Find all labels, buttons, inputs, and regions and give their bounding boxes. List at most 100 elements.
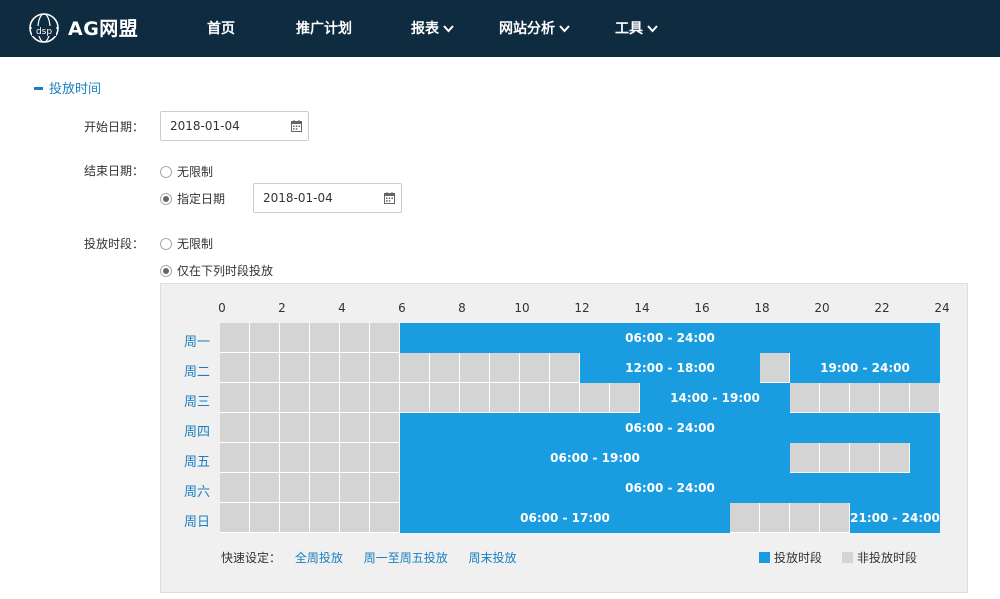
hour-cell[interactable]	[250, 323, 280, 353]
radio-button-selected[interactable]	[160, 264, 172, 277]
hour-cell[interactable]	[820, 503, 850, 533]
hour-cell[interactable]	[400, 383, 430, 413]
hour-cell[interactable]	[760, 443, 790, 473]
day-label[interactable]: 周日	[184, 511, 214, 530]
hour-cell[interactable]	[250, 353, 280, 383]
hour-cell[interactable]	[340, 443, 370, 473]
hour-cell[interactable]	[220, 383, 250, 413]
hour-cell[interactable]	[880, 503, 910, 533]
hour-cell[interactable]	[670, 413, 700, 443]
hour-cell[interactable]	[310, 323, 340, 353]
hour-cell[interactable]	[280, 443, 310, 473]
hour-cell[interactable]	[640, 503, 670, 533]
hour-cell[interactable]	[910, 413, 940, 443]
hour-cell[interactable]	[490, 353, 520, 383]
hour-cell[interactable]	[880, 383, 910, 413]
hour-cell[interactable]	[760, 323, 790, 353]
hour-cell[interactable]	[490, 413, 520, 443]
hour-cell[interactable]	[220, 443, 250, 473]
hour-cell[interactable]	[250, 443, 280, 473]
hour-cell[interactable]	[250, 413, 280, 443]
hour-cell[interactable]	[850, 503, 880, 533]
hour-cell[interactable]	[700, 383, 730, 413]
hour-cell[interactable]	[820, 353, 850, 383]
day-label[interactable]: 周四	[184, 421, 214, 440]
schedule-periods-radio[interactable]: 仅在下列时段投放	[160, 262, 273, 279]
hour-cell[interactable]	[220, 413, 250, 443]
hour-cell[interactable]	[760, 413, 790, 443]
hour-cell[interactable]	[460, 473, 490, 503]
hour-cell[interactable]	[820, 413, 850, 443]
hour-cell[interactable]	[490, 503, 520, 533]
hour-cell[interactable]	[460, 323, 490, 353]
start-date-input[interactable]	[161, 112, 308, 140]
hour-cell[interactable]	[850, 353, 880, 383]
hour-cell[interactable]	[250, 503, 280, 533]
hour-cell[interactable]	[550, 443, 580, 473]
hour-cell[interactable]	[730, 413, 760, 443]
hour-cell[interactable]	[430, 353, 460, 383]
end-date-field[interactable]	[253, 183, 402, 213]
hour-cell[interactable]	[910, 383, 940, 413]
hour-cell[interactable]	[610, 503, 640, 533]
hour-cell[interactable]	[340, 413, 370, 443]
calendar-icon[interactable]	[384, 192, 395, 204]
hour-cell[interactable]	[550, 383, 580, 413]
hour-cell[interactable]	[820, 443, 850, 473]
hour-cell[interactable]	[730, 443, 760, 473]
hour-cell[interactable]	[790, 353, 820, 383]
hour-cell[interactable]	[370, 473, 400, 503]
hour-cell[interactable]	[280, 353, 310, 383]
hour-cell[interactable]	[850, 323, 880, 353]
hour-cell[interactable]	[580, 413, 610, 443]
hour-cell[interactable]	[490, 383, 520, 413]
hour-cell[interactable]	[790, 473, 820, 503]
hour-cell[interactable]	[670, 353, 700, 383]
hour-cell[interactable]	[610, 413, 640, 443]
hour-cell[interactable]	[700, 473, 730, 503]
hour-cell[interactable]	[370, 323, 400, 353]
dsp-globe-logo-icon[interactable]: dsp	[28, 12, 60, 44]
hour-cell[interactable]	[730, 353, 760, 383]
hour-cell[interactable]	[280, 473, 310, 503]
hour-cell[interactable]	[400, 503, 430, 533]
hour-cell[interactable]	[370, 413, 400, 443]
hour-cell[interactable]	[340, 323, 370, 353]
hour-cell[interactable]	[460, 353, 490, 383]
hour-cell[interactable]	[520, 383, 550, 413]
hour-cell[interactable]	[550, 413, 580, 443]
nav-site-analysis[interactable]: 网站分析	[499, 19, 570, 39]
hour-cell[interactable]	[730, 473, 760, 503]
hour-cell[interactable]	[310, 443, 340, 473]
hour-cell[interactable]	[640, 323, 670, 353]
end-date-unlimited-radio[interactable]: 无限制	[160, 163, 213, 180]
hour-cell[interactable]	[700, 323, 730, 353]
day-label[interactable]: 周一	[184, 331, 214, 350]
hour-cell[interactable]	[790, 413, 820, 443]
hour-cell[interactable]	[250, 383, 280, 413]
hour-cell[interactable]	[580, 383, 610, 413]
hour-cell[interactable]	[730, 503, 760, 533]
hour-cell[interactable]	[610, 323, 640, 353]
hour-cell[interactable]	[640, 443, 670, 473]
hour-cell[interactable]	[400, 353, 430, 383]
hour-cell[interactable]	[310, 503, 340, 533]
quick-weekdays-link[interactable]: 周一至周五投放	[364, 551, 448, 565]
hour-cell[interactable]	[460, 443, 490, 473]
hour-cell[interactable]	[670, 383, 700, 413]
hour-cell[interactable]	[310, 383, 340, 413]
hour-cell[interactable]	[610, 353, 640, 383]
day-label[interactable]: 周六	[184, 481, 214, 500]
hour-cell[interactable]	[550, 473, 580, 503]
day-label[interactable]: 周三	[184, 391, 214, 410]
hour-cell[interactable]	[430, 413, 460, 443]
hour-cell[interactable]	[760, 353, 790, 383]
hour-cell[interactable]	[670, 443, 700, 473]
nav-home[interactable]: 首页	[207, 19, 235, 39]
hour-cell[interactable]	[880, 413, 910, 443]
radio-button-selected[interactable]	[160, 192, 172, 205]
hour-cell[interactable]	[520, 323, 550, 353]
hour-cell[interactable]	[340, 503, 370, 533]
hour-cell[interactable]	[850, 443, 880, 473]
hour-cell[interactable]	[910, 353, 940, 383]
